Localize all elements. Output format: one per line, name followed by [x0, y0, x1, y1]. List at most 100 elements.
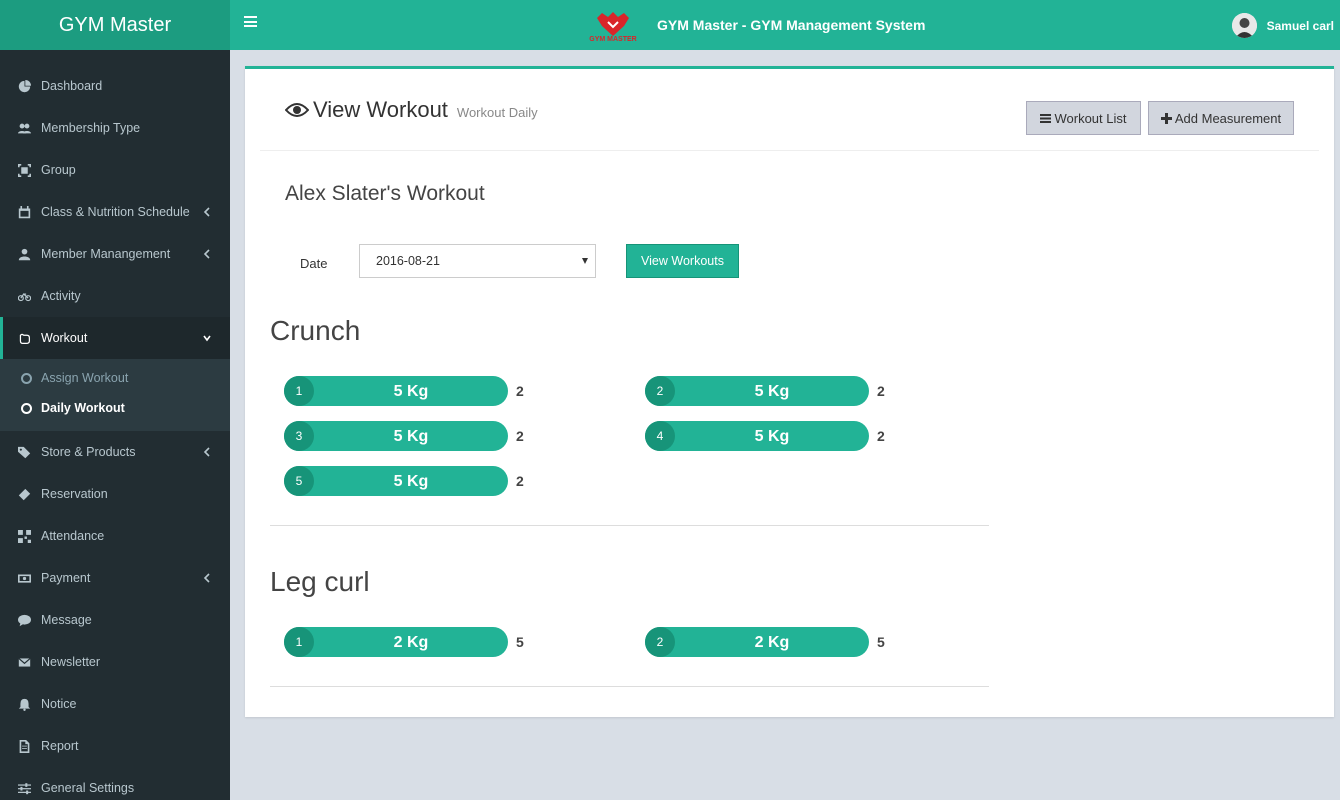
hand-icon	[17, 332, 32, 344]
sidebar-item-label: Activity	[41, 289, 81, 303]
exercise-name: Leg curl	[270, 566, 370, 597]
chevron-left-icon	[202, 247, 212, 261]
section-divider	[270, 686, 989, 687]
sidebar-item-label: Attendance	[41, 529, 105, 543]
sidebar-subitem-daily-workout[interactable]: Daily Workout	[0, 393, 230, 423]
member-workout-title: Alex Slater's Workout	[285, 182, 485, 205]
sidebar-subitem-label: Daily Workout	[41, 401, 125, 415]
view-workouts-button[interactable]: View Workouts	[626, 244, 739, 278]
qrcode-icon	[17, 529, 32, 543]
eye-icon	[285, 103, 309, 117]
gym-logo: GYM MASTER	[584, 10, 642, 44]
sidebar-subitem-label: Assign Workout	[41, 371, 129, 385]
ticket-icon	[17, 488, 32, 500]
chevron-down-icon	[202, 331, 212, 345]
workout-list-button[interactable]: Workout List	[1026, 101, 1141, 135]
brand-logo-text[interactable]: GYM Master	[0, 0, 230, 50]
sidebar-item-label: Member Manangement	[41, 247, 171, 261]
sidebar-subitem-assign-workout[interactable]: Assign Workout	[0, 363, 230, 393]
workout-set: 3 5 Kg 2	[284, 421, 534, 451]
group-icon	[17, 163, 32, 177]
set-weight: 5 Kg	[393, 383, 429, 400]
sidebar-item-general-settings[interactable]: General Settings	[0, 767, 230, 800]
sidebar-item-notice[interactable]: Notice	[0, 683, 230, 725]
sidebar-item-label: Membership Type	[41, 121, 141, 135]
sliders-icon	[17, 782, 32, 794]
sidebar-item-activity[interactable]: Activity	[0, 275, 230, 317]
dashboard-icon	[17, 79, 32, 92]
workout-set: 5 5 Kg 2	[284, 466, 534, 496]
caret-down-icon	[582, 258, 588, 264]
sidebar-item-label: Newsletter	[41, 655, 101, 669]
sidebar-toggle-icon[interactable]	[244, 16, 257, 27]
workout-list-label: Workout List	[1054, 110, 1127, 126]
sidebar-item-reservation[interactable]: Reservation	[0, 473, 230, 515]
sidebar-item-label: Store & Products	[41, 445, 136, 459]
date-select[interactable]: 2016-08-21	[359, 244, 596, 278]
sidebar-item-label: Report	[41, 739, 79, 753]
set-weight: 2 Kg	[393, 634, 429, 651]
sidebar-item-workout[interactable]: Workout	[0, 317, 230, 359]
sidebar-item-dashboard[interactable]: Dashboard	[0, 65, 230, 107]
date-label: Date	[300, 256, 328, 271]
sidebar-item-payment[interactable]: Payment	[0, 557, 230, 599]
sidebar-item-label: Group	[41, 163, 76, 177]
sidebar-item-membership-type[interactable]: Membership Type	[0, 107, 230, 149]
set-number: 3	[284, 421, 314, 451]
set-pill: 1 2 Kg	[284, 627, 508, 657]
page-subtitle: Workout Daily	[456, 105, 538, 120]
sidebar-item-label: Payment	[41, 571, 91, 585]
sidebar-item-label: General Settings	[41, 781, 135, 795]
workout-submenu: Assign Workout Daily Workout	[0, 359, 230, 431]
add-measurement-label: Add Measurement	[1174, 110, 1282, 126]
users-icon	[17, 122, 32, 134]
set-pill: 3 5 Kg	[284, 421, 508, 451]
set-weight: 5 Kg	[754, 428, 790, 445]
workout-set: 2 2 Kg 5	[645, 627, 895, 657]
sidebar-item-label: Dashboard	[41, 79, 103, 93]
content-box: View Workout Workout Daily Workout List …	[245, 66, 1334, 717]
sidebar-item-report[interactable]: Report	[0, 725, 230, 767]
set-number: 1	[284, 376, 314, 406]
sidebar-item-attendance[interactable]: Attendance	[0, 515, 230, 557]
set-reps: 2	[877, 428, 885, 444]
sidebar-item-newsletter[interactable]: Newsletter	[0, 641, 230, 683]
date-select-value: 2016-08-21	[376, 254, 440, 268]
sidebar: Dashboard Membership Type Group Class & …	[0, 50, 230, 800]
set-weight: 5 Kg	[393, 473, 429, 490]
user-name: Samuel carl	[1266, 18, 1334, 33]
set-pill: 5 5 Kg	[284, 466, 508, 496]
sidebar-item-store-products[interactable]: Store & Products	[0, 431, 230, 473]
add-measurement-button[interactable]: Add Measurement	[1148, 101, 1294, 135]
comment-icon	[17, 614, 32, 626]
sidebar-item-member-management[interactable]: Member Manangement	[0, 233, 230, 275]
money-icon	[17, 572, 32, 584]
set-weight: 5 Kg	[393, 428, 429, 445]
page-title-text: View Workout	[313, 97, 448, 122]
user-menu[interactable]: Samuel carl	[1231, 13, 1334, 38]
set-reps: 2	[516, 383, 524, 399]
workout-set: 2 5 Kg 2	[645, 376, 895, 406]
set-number: 4	[645, 421, 675, 451]
sidebar-item-message[interactable]: Message	[0, 599, 230, 641]
sidebar-item-group[interactable]: Group	[0, 149, 230, 191]
box-header: View Workout Workout Daily Workout List …	[260, 69, 1319, 151]
file-icon	[17, 739, 32, 753]
set-pill: 4 5 Kg	[645, 421, 869, 451]
app-title: GYM Master - GYM Management System	[657, 17, 926, 33]
set-pill: 2 5 Kg	[645, 376, 869, 406]
set-number: 5	[284, 466, 314, 496]
sidebar-item-class-nutrition-schedule[interactable]: Class & Nutrition Schedule	[0, 191, 230, 233]
circle-icon	[21, 372, 32, 384]
set-pill: 1 5 Kg	[284, 376, 508, 406]
set-reps: 5	[516, 634, 524, 650]
workout-set: 1 5 Kg 2	[284, 376, 534, 406]
workout-set: 4 5 Kg 2	[645, 421, 895, 451]
calendar-icon	[17, 205, 32, 218]
exercise-name: Crunch	[270, 315, 361, 346]
set-reps: 5	[877, 634, 885, 650]
list-icon	[1040, 113, 1052, 123]
sidebar-item-label: Workout	[41, 331, 88, 345]
section-divider	[270, 525, 989, 526]
page-title: View Workout Workout Daily	[285, 97, 538, 123]
